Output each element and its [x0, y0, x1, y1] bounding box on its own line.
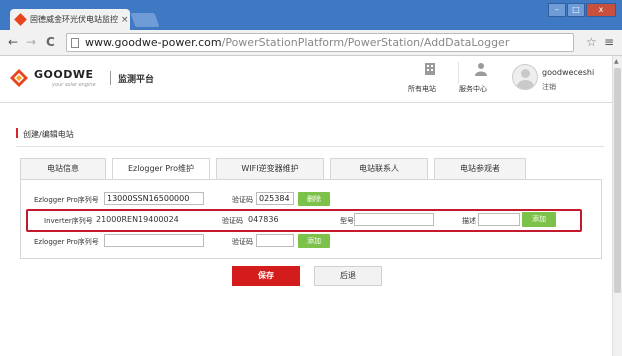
window-close-button[interactable]: x: [586, 3, 616, 17]
row2-serial-value[interactable]: 21000REN19400024: [96, 215, 179, 224]
nav-all-stations[interactable]: 所有电站: [408, 62, 452, 93]
logo-tagline: your solar engine: [52, 82, 96, 88]
tab-strip: 电站信息 Ezlogger Pro维护 WIFI逆变器维护 电站联系人 电站参观…: [20, 158, 532, 180]
browser-tab-title: 固德威金环光伏电站监控: [30, 15, 118, 24]
platform-title: 监测平台: [118, 75, 155, 85]
row2-model-label: 型号: [340, 217, 354, 225]
page-scrollbar[interactable]: ▲: [612, 56, 622, 356]
section-divider: [16, 146, 604, 147]
row1-code-input[interactable]: 025384: [256, 192, 294, 205]
url-host: www.goodwe-power.com: [85, 36, 222, 49]
forward-icon[interactable]: →: [26, 35, 36, 49]
person-icon: [474, 63, 487, 76]
section-accent-bar: [16, 128, 18, 138]
row2-desc-input[interactable]: [478, 213, 520, 226]
address-bar[interactable]: www.goodwe-power.com/PowerStationPlatfor…: [66, 33, 574, 52]
scroll-up-icon[interactable]: ▲: [614, 58, 619, 65]
row2-desc-label: 描述: [462, 217, 476, 225]
tab-ezlogger[interactable]: Ezlogger Pro维护: [112, 158, 210, 180]
new-tab-button[interactable]: [130, 13, 160, 27]
scroll-thumb[interactable]: [614, 68, 621, 293]
row2-code-value[interactable]: 047836: [248, 215, 279, 224]
logout-link[interactable]: 注销: [542, 82, 556, 92]
tab-close-icon[interactable]: ×: [121, 15, 129, 25]
row3-code-label: 验证码: [232, 238, 253, 246]
back-button[interactable]: 后退: [314, 266, 382, 286]
tab-contacts[interactable]: 电站联系人: [330, 158, 428, 180]
section-title: 创建/编辑电站: [23, 130, 74, 139]
tab-visitors[interactable]: 电站参观者: [434, 158, 526, 180]
save-button[interactable]: 保存: [232, 266, 300, 286]
page-icon: [71, 37, 79, 48]
section-header: 创建/编辑电站: [0, 122, 612, 147]
nav-service-center-label: 服务中心: [459, 85, 487, 93]
row1-serial-label: Ezlogger Pro序列号: [34, 196, 99, 204]
username: goodweceshi: [542, 68, 595, 77]
back-icon[interactable]: ←: [8, 35, 18, 49]
nav-all-stations-label: 所有电站: [408, 85, 436, 93]
avatar[interactable]: [512, 64, 538, 90]
browser-tab-bar: 固德威金环光伏电站监控 × – □ x: [0, 0, 622, 30]
goodwe-logo-icon: [10, 69, 28, 87]
delete-button[interactable]: 删除: [298, 192, 330, 206]
row1-serial-input[interactable]: 13000SSN16500000: [104, 192, 204, 205]
row3-add-button[interactable]: 添加: [298, 234, 330, 248]
row3-serial-input[interactable]: [104, 234, 204, 247]
tab-station-info[interactable]: 电站信息: [20, 158, 106, 180]
row2-model-input[interactable]: [354, 213, 434, 226]
favicon-icon: [14, 13, 27, 26]
building-icon: [425, 63, 435, 75]
nav-service-center[interactable]: 服务中心: [458, 62, 502, 93]
row2-serial-label: Inverter序列号: [44, 217, 93, 225]
row1-code-label: 验证码: [232, 196, 253, 204]
browser-toolbar: ← → C www.goodwe-power.com/PowerStationP…: [0, 30, 622, 56]
logo-text: GOODWE: [34, 68, 94, 81]
url-path: /PowerStationPlatform/PowerStation/AddDa…: [221, 36, 510, 49]
row3-serial-label: Ezlogger Pro序列号: [34, 238, 99, 246]
browser-menu-icon[interactable]: ≡: [604, 35, 614, 49]
header-divider: [110, 71, 111, 85]
maximize-button[interactable]: □: [567, 3, 585, 17]
row2-add-button[interactable]: 添加: [522, 212, 556, 227]
row2-code-label: 验证码: [222, 217, 243, 225]
tab-wifi-inverter[interactable]: WIFI逆变器维护: [216, 158, 324, 180]
row3-code-input[interactable]: [256, 234, 294, 247]
reload-icon[interactable]: C: [46, 35, 55, 49]
app-header: GOODWE your solar engine 监测平台 所有电站 服务中心 …: [0, 56, 612, 103]
browser-tab[interactable]: 固德威金环光伏电站监控 ×: [10, 9, 130, 30]
bookmark-star-icon[interactable]: ☆: [586, 35, 597, 49]
minimize-button[interactable]: –: [548, 3, 566, 17]
